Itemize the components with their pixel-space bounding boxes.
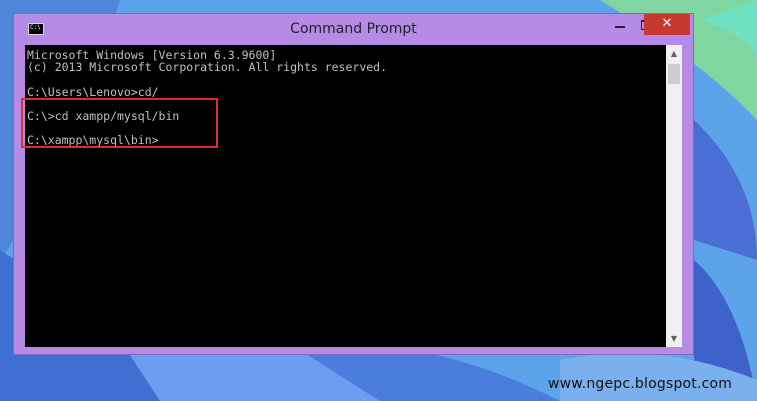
- watermark-url: www.ngepc.blogspot.com: [548, 376, 733, 392]
- close-icon: ✕: [661, 16, 673, 31]
- console-line-copyright: (c) 2013 Microsoft Corporation. All righ…: [27, 60, 388, 74]
- scroll-up-icon[interactable]: ▲: [666, 45, 682, 62]
- command-prompt-window: C:\ Command Prompt ✕ Microsoft Windows […: [13, 13, 694, 355]
- window-title: Command Prompt: [290, 21, 417, 37]
- console-output[interactable]: Microsoft Windows [Version 6.3.9600] (c)…: [25, 45, 666, 347]
- close-button[interactable]: ✕: [644, 14, 690, 35]
- minimize-icon: [615, 26, 625, 28]
- title-bar[interactable]: C:\ Command Prompt ✕: [14, 14, 693, 46]
- scroll-down-icon[interactable]: ▼: [666, 330, 682, 347]
- minimize-button[interactable]: [607, 15, 633, 35]
- scroll-thumb[interactable]: [668, 64, 680, 84]
- console-line-cd-root: C:\Users\Lenovo>cd/: [27, 85, 159, 99]
- vertical-scrollbar[interactable]: ▲ ▼: [666, 45, 682, 347]
- highlight-annotation: [21, 98, 218, 148]
